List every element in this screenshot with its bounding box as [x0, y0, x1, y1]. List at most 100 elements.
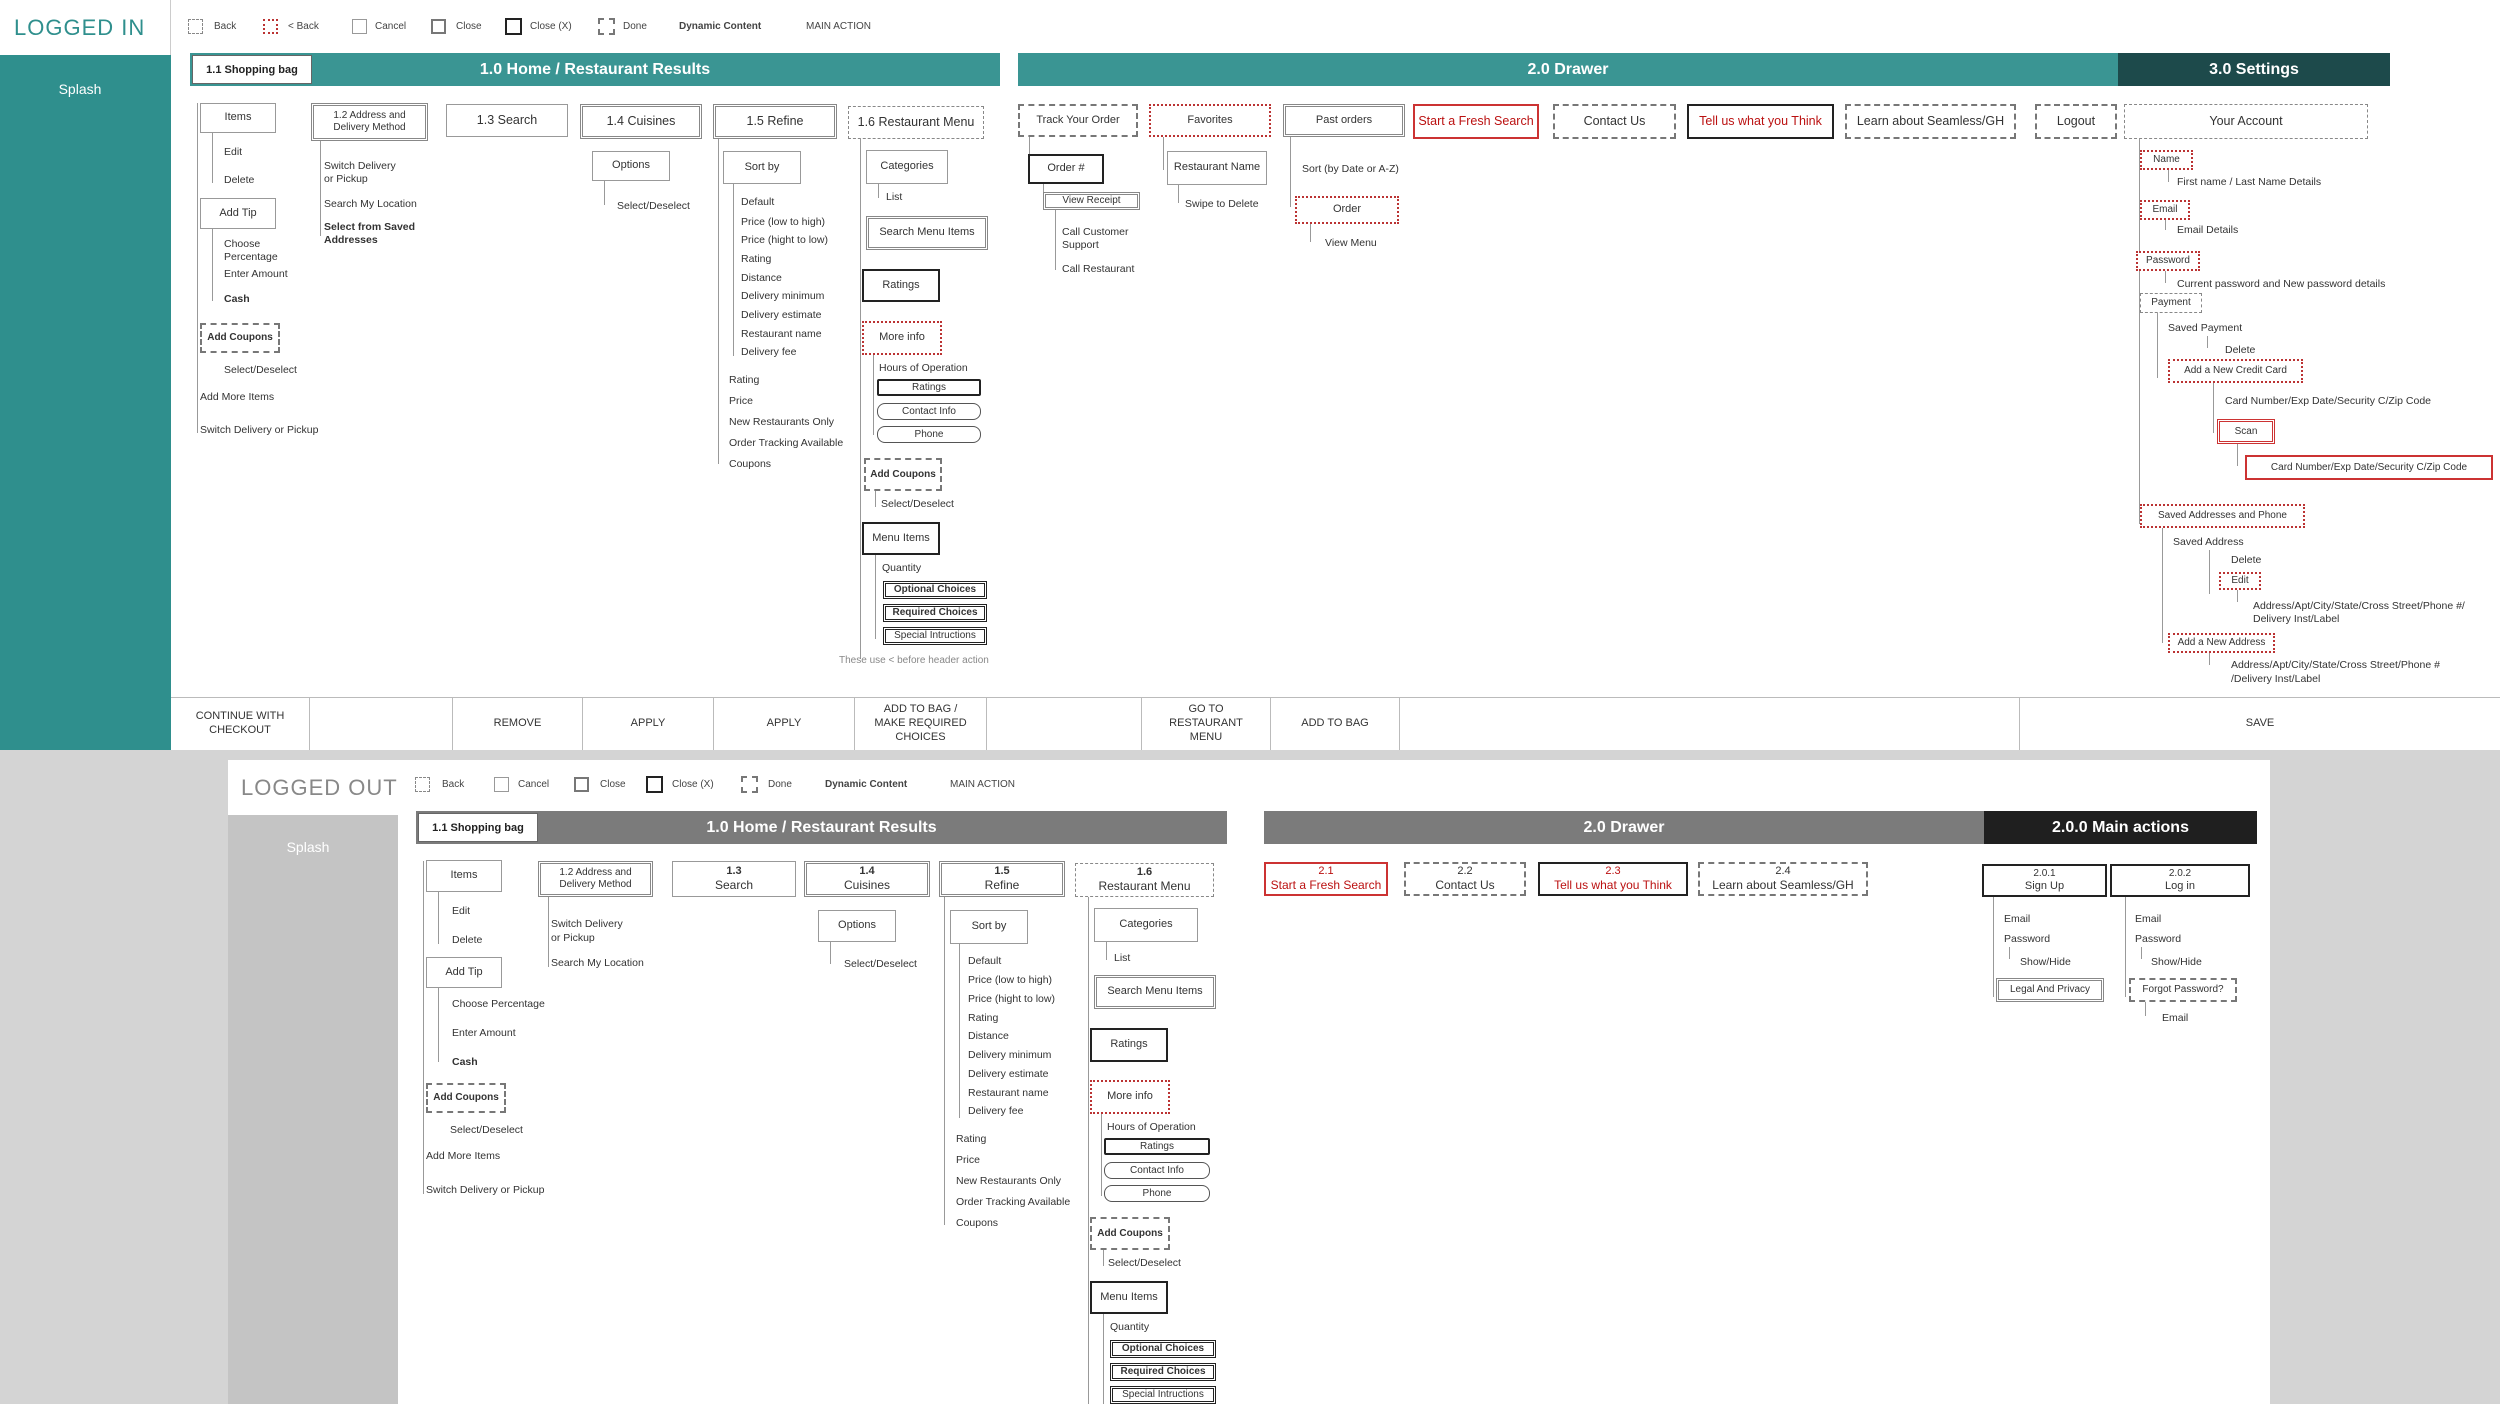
cuisines-box[interactable]: 1.4 Cuisines — [580, 104, 702, 139]
view-receipt-box[interactable]: View Receipt — [1043, 192, 1140, 210]
sort-option: Rating — [741, 253, 772, 265]
tell-us-box[interactable]: Tell us what you Think — [1687, 104, 1834, 139]
new-addr2: /Delivery Inst/Label — [2231, 673, 2321, 685]
logout-box[interactable]: Logout — [2035, 104, 2117, 139]
menu-phone-pill[interactable]: Phone — [1104, 1185, 1210, 1202]
refine-box[interactable]: 1.5 Refine — [713, 104, 837, 139]
address-box[interactable]: 1.2 Address and Delivery Method — [538, 861, 653, 897]
sort-option: Delivery minimum — [968, 1049, 1052, 1061]
action-save[interactable]: SAVE — [2020, 698, 2500, 750]
menu-phone-pill[interactable]: Phone — [877, 426, 981, 443]
addr-detail2: Delivery Inst/Label — [2253, 613, 2340, 625]
menu-search-items-box[interactable]: Search Menu Items — [1094, 975, 1216, 1009]
favorites-box[interactable]: Favorites — [1149, 104, 1271, 137]
action-apply-cuisines[interactable]: APPLY — [583, 698, 714, 750]
past-order-box[interactable]: Order — [1295, 196, 1399, 224]
refine-label: Refine — [984, 878, 1020, 893]
menu-contact-pill[interactable]: Contact Info — [877, 403, 981, 420]
menu-ratings-pill[interactable]: Ratings — [1104, 1138, 1210, 1155]
contact-us-box[interactable]: Contact Us — [1553, 104, 1676, 139]
add-credit-card-box[interactable]: Add a New Credit Card — [2168, 359, 2303, 383]
rest-name-connector — [1178, 185, 1179, 203]
menu-search-items-box[interactable]: Search Menu Items — [866, 216, 988, 250]
menu-ratings-box[interactable]: Ratings — [1090, 1028, 1168, 1062]
addr-edit-box[interactable]: Edit — [2219, 572, 2261, 590]
items-box[interactable]: Items — [426, 860, 502, 892]
address-box[interactable]: 1.2 Address and Delivery Method — [311, 103, 428, 141]
add-tip-box[interactable]: Add Tip — [200, 198, 276, 229]
cuisines-options-box[interactable]: Options — [592, 151, 670, 181]
refine-sort-box[interactable]: Sort by — [950, 910, 1028, 944]
menu-optional-box[interactable]: Optional Choices — [883, 581, 987, 599]
learn-box[interactable]: Learn about Seamless/GH — [1845, 104, 2016, 139]
menu-optional-box[interactable]: Optional Choices — [1110, 1340, 1216, 1358]
contact-box[interactable]: 2.2 Contact Us — [1404, 862, 1526, 896]
shopping-bag-tab[interactable]: 1.1 Shopping bag — [192, 55, 312, 84]
add-address-box[interactable]: Add a New Address — [2168, 633, 2275, 653]
action-add-to-bag[interactable]: ADD TO BAG — [1271, 698, 1400, 750]
action-apply-refine[interactable]: APPLY — [714, 698, 855, 750]
cuisines-options-box[interactable]: Options — [818, 910, 896, 942]
splash-label[interactable]: Splash — [0, 81, 160, 97]
menu-required-box[interactable]: Required Choices — [883, 604, 987, 622]
forgot-password-box[interactable]: Forgot Password? — [2129, 978, 2237, 1002]
scan-box[interactable]: Scan — [2217, 419, 2275, 444]
account-payment-box[interactable]: Payment — [2140, 293, 2202, 313]
menu-categories-box[interactable]: Categories — [1094, 908, 1198, 942]
call-cs2: Support — [1062, 239, 1099, 251]
menu-special-box[interactable]: Special Intructions — [1110, 1386, 1216, 1404]
address-switch2: or Pickup — [324, 173, 368, 185]
signup-box[interactable]: 2.0.1 Sign Up — [1982, 864, 2107, 897]
menu-items-box[interactable]: Menu Items — [862, 522, 940, 555]
fresh-search-box[interactable]: 2.1 Start a Fresh Search — [1264, 862, 1388, 896]
restaurant-menu-box[interactable]: 1.6 Restaurant Menu — [848, 106, 984, 139]
search-box[interactable]: 1.3 Search — [446, 104, 568, 137]
search-box[interactable]: 1.3 Search — [672, 861, 796, 897]
menu-more-info-box[interactable]: More info — [1090, 1080, 1170, 1114]
refine-sort-box[interactable]: Sort by — [723, 151, 801, 184]
saved-addresses-box[interactable]: Saved Addresses and Phone — [2140, 504, 2305, 528]
bag-edit: Edit — [452, 905, 471, 917]
account-password-box[interactable]: Password — [2136, 251, 2200, 271]
account-name-box[interactable]: Name — [2140, 150, 2193, 170]
legend-close: Close — [456, 21, 482, 32]
refine-box[interactable]: 1.5 Refine — [939, 861, 1065, 897]
track-order-box[interactable]: Track Your Order — [1018, 104, 1138, 137]
cuisines-box[interactable]: 1.4 Cuisines — [804, 861, 930, 897]
action-add-to-bag-required[interactable]: ADD TO BAG / MAKE REQUIRED CHOICES — [855, 698, 987, 750]
order-num-box[interactable]: Order # — [1028, 154, 1104, 184]
login-number: 2.0.2 — [2168, 867, 2192, 879]
action-remove[interactable]: REMOVE — [453, 698, 583, 750]
shopping-bag-tab[interactable]: 1.1 Shopping bag — [418, 813, 538, 842]
splash-label[interactable]: Splash — [228, 839, 388, 855]
menu-connector — [1088, 897, 1089, 1404]
your-account-box[interactable]: Your Account — [2124, 104, 2368, 139]
menu-contact-pill[interactable]: Contact Info — [1104, 1162, 1210, 1179]
menu-ratings-box[interactable]: Ratings — [862, 269, 940, 302]
account-email-box[interactable]: Email — [2140, 200, 2190, 220]
menu-items-box[interactable]: Menu Items — [1090, 1281, 1168, 1314]
menu-special-box[interactable]: Special Intructions — [883, 627, 987, 645]
learn-box[interactable]: 2.4 Learn about Seamless/GH — [1698, 862, 1868, 896]
login-box[interactable]: 2.0.2 Log in — [2110, 864, 2250, 897]
scan-details-box[interactable]: Card Number/Exp Date/Security C/Zip Code — [2245, 455, 2493, 480]
menu-categories-box[interactable]: Categories — [866, 150, 948, 184]
past-orders-box[interactable]: Past orders — [1283, 104, 1405, 137]
menu-add-coupons-box[interactable]: Add Coupons — [1090, 1217, 1170, 1250]
legend-close: Close — [600, 779, 626, 790]
restaurant-menu-box[interactable]: 1.6 Restaurant Menu — [1075, 863, 1214, 897]
action-continue-checkout[interactable]: CONTINUE WITH CHECKOUT — [171, 698, 310, 750]
restaurant-name-box[interactable]: Restaurant Name — [1167, 151, 1267, 185]
action-go-to-menu[interactable]: GO TO RESTAURANT MENU — [1142, 698, 1271, 750]
bag-add-coupons[interactable]: Add Coupons — [200, 323, 280, 353]
items-box[interactable]: Items — [200, 103, 276, 133]
tell-us-box[interactable]: 2.3 Tell us what you Think — [1538, 862, 1688, 896]
legal-privacy-box[interactable]: Legal And Privacy — [1996, 978, 2104, 1002]
menu-ratings-pill[interactable]: Ratings — [877, 379, 981, 396]
menu-required-box[interactable]: Required Choices — [1110, 1363, 1216, 1381]
bag-add-coupons[interactable]: Add Coupons — [426, 1083, 506, 1113]
menu-add-coupons-box[interactable]: Add Coupons — [864, 458, 942, 491]
add-tip-box[interactable]: Add Tip — [426, 957, 502, 988]
fresh-search-box[interactable]: Start a Fresh Search — [1413, 104, 1539, 139]
menu-more-info-box[interactable]: More info — [862, 321, 942, 355]
